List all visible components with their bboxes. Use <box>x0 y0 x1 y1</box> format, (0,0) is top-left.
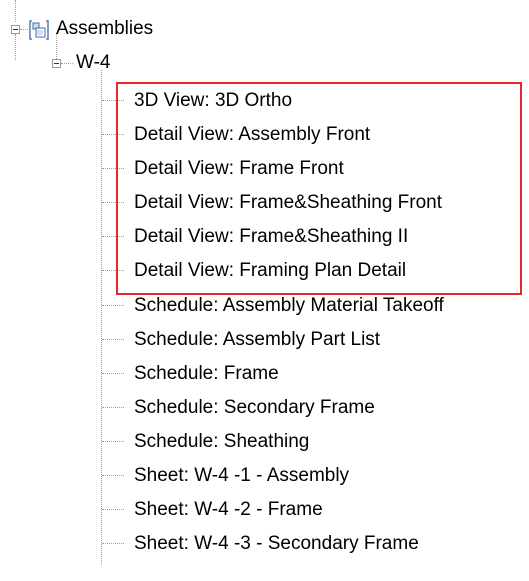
tree-connector <box>20 29 28 30</box>
tree-leaf-label[interactable]: Sheet: W-4 -1 - Assembly <box>134 465 349 487</box>
tree-leaf-label[interactable]: Sheet: W-4 -3 - Secondary Frame <box>134 533 419 555</box>
project-browser-tree: Assemblies W-4 3D View: 3D Ortho Detail … <box>0 0 529 581</box>
tree-connector <box>102 543 124 544</box>
tree-leaf-label[interactable]: Schedule: Frame <box>134 363 279 385</box>
assembly-icon <box>28 19 50 46</box>
collapse-toggle-w4[interactable] <box>52 59 61 68</box>
tree-connector <box>102 373 124 374</box>
tree-node-assemblies[interactable]: Assemblies <box>56 18 153 40</box>
tree-connector <box>102 475 124 476</box>
tree-leaf-label[interactable]: Schedule: Assembly Material Takeoff <box>134 295 444 317</box>
collapse-toggle-assemblies[interactable] <box>11 25 20 34</box>
tree-connector <box>102 339 124 340</box>
highlight-annotation-box <box>116 82 522 295</box>
tree-connector <box>102 509 124 510</box>
tree-connector <box>101 70 102 565</box>
tree-leaf-label[interactable]: Schedule: Assembly Part List <box>134 329 380 351</box>
tree-connector <box>102 407 124 408</box>
tree-leaf-label[interactable]: Schedule: Secondary Frame <box>134 397 375 419</box>
tree-connector <box>102 305 124 306</box>
tree-leaf-label[interactable]: Schedule: Sheathing <box>134 431 309 453</box>
tree-node-w4[interactable]: W-4 <box>76 52 110 74</box>
tree-connector <box>15 34 16 60</box>
tree-leaf-label[interactable]: Sheet: W-4 -2 - Frame <box>134 499 323 521</box>
tree-connector <box>61 63 73 64</box>
tree-connector <box>15 0 16 22</box>
tree-connector <box>56 34 57 59</box>
tree-connector <box>102 441 124 442</box>
